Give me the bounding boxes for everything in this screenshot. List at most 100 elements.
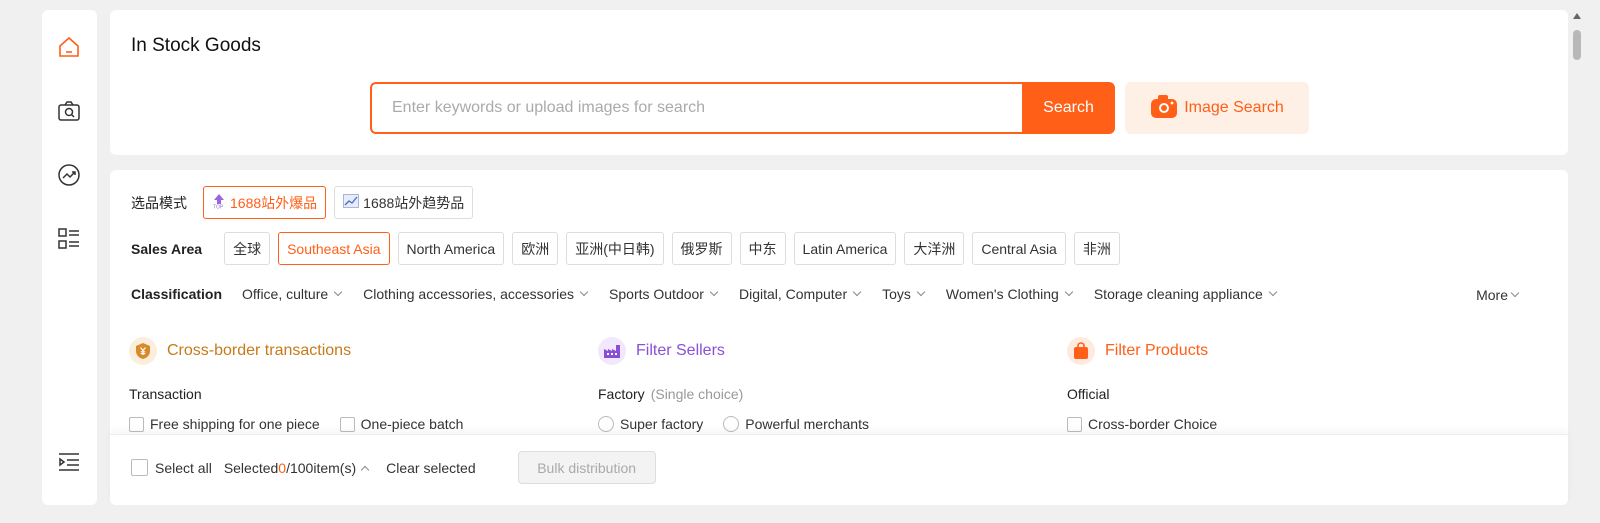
classification-row: Classification Office, culture Clothing … [131, 286, 1298, 302]
top-upload-icon: TOP [212, 193, 226, 212]
one-piece-batch-checkbox[interactable]: One-piece batch [339, 416, 464, 432]
mode-label: 选品模式 [131, 194, 187, 211]
scroll-up-arrow-icon[interactable] [1573, 13, 1581, 19]
single-choice-hint: (Single choice) [650, 386, 744, 402]
chevron-down-icon [333, 287, 343, 297]
cross-border-choice-checkbox[interactable]: Cross-border Choice [1067, 416, 1217, 432]
select-all-checkbox[interactable] [131, 459, 148, 476]
transaction-label: Transaction [129, 386, 202, 402]
cross-border-title: Cross-border transactions [167, 342, 352, 359]
area-chip[interactable]: 大洋洲 [904, 232, 965, 265]
chevron-down-icon [916, 287, 926, 297]
category-dropdown[interactable]: Sports Outdoor [609, 286, 719, 302]
area-chip[interactable]: Central Asia [972, 232, 1066, 265]
checkbox[interactable] [129, 416, 144, 432]
chevron-up-icon [360, 465, 370, 474]
scrollbar-thumb[interactable] [1573, 30, 1581, 60]
more-categories-button[interactable]: More [1476, 287, 1520, 303]
scrollbar[interactable] [1570, 10, 1584, 505]
chevron-down-icon [579, 287, 589, 297]
category-label: Clothing accessories, accessories [363, 286, 575, 302]
category-label: Storage cleaning appliance [1093, 286, 1263, 302]
option-label: Free shipping for one piece [150, 416, 320, 432]
category-label: Toys [882, 286, 911, 302]
category-label: Office, culture [242, 286, 329, 302]
mode-row: 选品模式 TOP 1688站外爆品 1688站外趋势品 [131, 186, 481, 219]
area-chip[interactable]: Latin America [793, 232, 897, 265]
camera-icon [1150, 93, 1178, 124]
mode-chip-trend[interactable]: 1688站外趋势品 [334, 186, 474, 219]
checkbox[interactable] [339, 416, 355, 432]
image-search-button[interactable]: Image Search [1125, 82, 1309, 134]
shopping-bag-icon [1067, 337, 1095, 365]
factory-sub: Factory [598, 386, 645, 402]
bulk-action-bar: Select all Selected 0/100item(s) Clear s… [110, 434, 1568, 505]
category-dropdown[interactable]: Storage cleaning appliance [1093, 286, 1277, 302]
side-rail [42, 10, 97, 505]
sales-area-row: Sales Area 全球 Southeast Asia North Ameri… [131, 232, 1128, 265]
category-dropdown[interactable]: Office, culture [242, 286, 343, 302]
search-button[interactable]: Search [1022, 82, 1115, 134]
chevron-down-icon [1064, 287, 1074, 297]
mode-chip-hot[interactable]: TOP 1688站外爆品 [203, 186, 327, 219]
area-chip[interactable]: 亚洲(中日韩) [566, 232, 664, 265]
category-dropdown[interactable]: Toys [882, 286, 926, 302]
products-filter: Filter Products Official Cross-border Ch… [1067, 337, 1217, 432]
option-label: Super factory [620, 416, 704, 432]
search-panel: In Stock Goods Search Image Search [110, 10, 1568, 155]
checkbox[interactable] [1067, 416, 1082, 432]
area-chip[interactable]: 俄罗斯 [671, 232, 732, 265]
super-factory-radio[interactable]: Super factory [598, 416, 703, 432]
list-icon[interactable] [56, 226, 82, 252]
cross-border-filter: Cross-border transactions Transaction Fr… [129, 337, 463, 432]
factory-icon [598, 337, 626, 365]
sellers-title: Filter Sellers [636, 342, 725, 359]
bulk-distribution-button[interactable]: Bulk distribution [517, 451, 656, 484]
classification-label: Classification [131, 286, 223, 302]
area-chip[interactable]: 全球 [224, 232, 271, 265]
selected-prefix: Selected [223, 459, 279, 476]
products-title: Filter Products [1105, 342, 1209, 359]
trend-icon[interactable] [56, 162, 82, 188]
sales-area-label: Sales Area [131, 240, 203, 257]
selected-counter[interactable]: Selected 0/100item(s) [223, 459, 370, 476]
mode-chip-label: 1688站外爆品 [230, 194, 318, 211]
option-label: Powerful merchants [745, 416, 869, 432]
area-chip[interactable]: 中东 [739, 232, 786, 265]
selected-count: 0 [278, 459, 287, 476]
clear-selected-button[interactable]: Clear selected [386, 460, 476, 476]
image-search-label: Image Search [1184, 99, 1284, 116]
area-chip[interactable]: 非洲 [1073, 232, 1120, 265]
area-chip[interactable]: Southeast Asia [278, 232, 390, 265]
powerful-merchants-radio[interactable]: Powerful merchants [723, 416, 869, 432]
more-label: More [1476, 287, 1508, 303]
search-box [370, 82, 1022, 134]
area-chip[interactable]: 欧洲 [512, 232, 559, 265]
official-label: Official [1067, 386, 1110, 402]
chevron-down-icon [709, 287, 719, 297]
category-dropdown[interactable]: Clothing accessories, accessories [363, 286, 589, 302]
menu-collapse-icon[interactable] [56, 449, 82, 475]
yuan-shield-icon [129, 337, 157, 365]
home-icon[interactable] [56, 34, 82, 60]
category-dropdown[interactable]: Digital, Computer [739, 286, 862, 302]
chevron-down-icon [852, 287, 862, 297]
select-all-label: Select all [155, 459, 212, 476]
search-input[interactable] [372, 84, 1022, 132]
option-label: Cross-border Choice [1088, 416, 1218, 432]
free-shipping-checkbox[interactable]: Free shipping for one piece [129, 416, 320, 432]
camera-search-icon[interactable] [56, 98, 82, 124]
category-label: Women's Clothing [945, 286, 1059, 302]
chevron-down-icon [1268, 287, 1277, 297]
option-label: One-piece batch [360, 416, 464, 432]
trend-chart-icon [343, 194, 360, 211]
selected-suffix: /100item(s) [286, 459, 357, 476]
category-label: Sports Outdoor [609, 286, 704, 302]
radio[interactable] [723, 416, 740, 432]
area-chip[interactable]: North America [397, 232, 505, 265]
category-dropdown[interactable]: Women's Clothing [945, 286, 1074, 302]
mode-chip-label: 1688站外趋势品 [363, 194, 465, 211]
radio[interactable] [598, 416, 614, 432]
svg-text:TOP: TOP [213, 205, 224, 210]
sellers-filter: Filter Sellers Factory (Single choice) Su… [598, 337, 869, 432]
